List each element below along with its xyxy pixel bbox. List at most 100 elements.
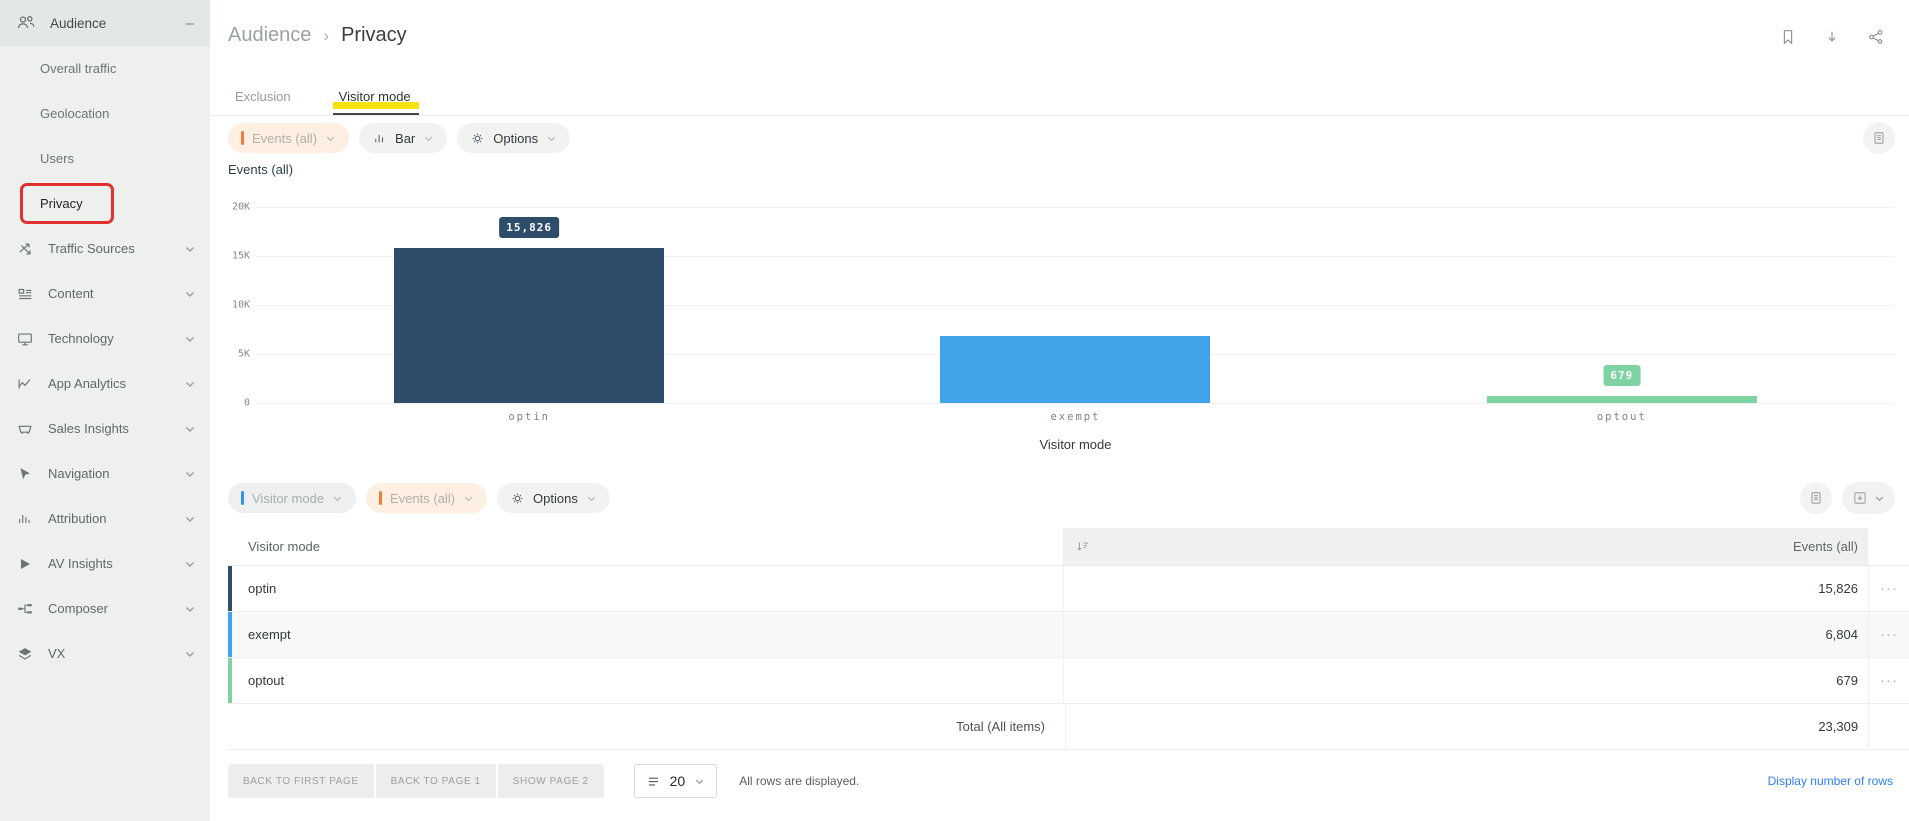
share-icon[interactable] [1867,28,1885,46]
table-row[interactable]: optout 679 ··· [228,658,1909,704]
table-row[interactable]: exempt 6,804 ··· [228,612,1909,658]
bookmark-icon[interactable] [1779,28,1797,46]
row-more-actions-icon[interactable]: ··· [1868,612,1909,657]
bar-column-optout: 679 [1349,207,1895,403]
sidebar-item-app-analytics[interactable]: App Analytics [0,361,210,406]
dimension-color-bar [241,491,244,505]
export-chart-button[interactable] [1863,122,1895,154]
data-table: Visitor mode Events (all) optin 15,826 ·… [228,528,1909,750]
breadcrumb-parent[interactable]: Audience [228,24,311,47]
sidebar-item-av-insights[interactable]: AV Insights [0,541,210,586]
rows-per-page-value: 20 [669,773,686,789]
sidebar-item-vx[interactable]: VX [0,631,210,676]
table-total-row: Total (All items) 23,309 [228,704,1909,750]
chevron-down-icon [546,133,557,144]
pagination-bar: BACK TO FIRST PAGE BACK TO PAGE 1 SHOW P… [228,764,1893,798]
gear-icon [470,131,485,146]
chart-type-selector[interactable]: Bar [359,123,448,153]
tab-visitor-mode[interactable]: Visitor mode [332,78,419,115]
dimension-selector[interactable]: Visitor mode [228,483,357,513]
sidebar: Audience – Overall traffic Geolocation U… [0,0,210,821]
chevron-down-icon [184,423,196,435]
sidebar-item-label: Audience [50,15,107,31]
download-box-icon [1852,490,1868,506]
download-table-button[interactable] [1842,482,1895,514]
sidebar-item-composer[interactable]: Composer [0,586,210,631]
sidebar-item-attribution[interactable]: Attribution [0,496,210,541]
row-more-actions-icon[interactable]: ··· [1868,566,1909,611]
chevron-down-icon [325,133,336,144]
sidebar-item-audience[interactable]: Audience – [0,0,210,46]
bar[interactable] [394,247,665,403]
chevron-down-icon [184,243,196,255]
bar-column-optin: 15,826 [256,207,802,403]
sidebar-item-overall-traffic[interactable]: Overall traffic [0,46,210,91]
sidebar-item-navigation[interactable]: Navigation [0,451,210,496]
table-header: Visitor mode Events (all) [228,528,1909,566]
table-row[interactable]: optin 15,826 ··· [228,566,1909,612]
content-icon [16,285,34,303]
sort-descending-icon[interactable] [1075,539,1090,554]
sidebar-item-users[interactable]: Users [0,136,210,181]
av-insights-icon [16,555,34,573]
main-content: Audience › Privacy Exclusion Visitor mod… [210,0,1909,821]
y-tick: 5K [237,348,250,360]
export-table-button[interactable] [1800,482,1832,514]
x-tick: optin [508,411,550,423]
row-label: optout [248,673,285,688]
bar[interactable] [1486,396,1757,403]
sidebar-item-content[interactable]: Content [0,271,210,316]
x-tick: optout [1596,411,1647,423]
chevron-down-icon [184,603,196,615]
bar-value-badge: 679 [1603,365,1641,387]
row-value: 15,826 [1818,581,1858,596]
bar-column-exempt [802,207,1348,403]
list-icon [646,774,661,789]
chart-options-button[interactable]: Options [457,123,571,153]
app-analytics-icon [16,375,34,393]
sidebar-item-geolocation[interactable]: Geolocation [0,91,210,136]
page-title: Privacy [341,24,407,46]
bar-value-badge: 15,826 [499,216,560,238]
composer-icon [16,600,34,618]
chevron-down-icon [184,558,196,570]
chart-controls: Events (all) Bar Options [228,122,1895,154]
show-page-2-button[interactable]: SHOW PAGE 2 [497,764,604,798]
sidebar-item-technology[interactable]: Technology [0,316,210,361]
table-options-button[interactable]: Options [497,483,610,513]
rows-per-page-select[interactable]: 20 [633,764,718,798]
collapse-icon[interactable]: – [186,15,194,32]
bar[interactable] [940,336,1211,403]
people-icon [16,13,36,33]
back-to-page-1-button[interactable]: BACK TO PAGE 1 [375,764,496,798]
pagination-buttons: BACK TO FIRST PAGE BACK TO PAGE 1 SHOW P… [228,764,604,798]
gear-icon [510,491,525,506]
back-to-first-page-button[interactable]: BACK TO FIRST PAGE [228,764,374,798]
sidebar-item-privacy[interactable]: Privacy [0,181,210,226]
attribution-icon [16,510,34,528]
total-label: Total (All items) [956,719,1046,734]
document-icon [1871,130,1887,146]
traffic-sources-icon [16,240,34,258]
row-more-actions-icon[interactable]: ··· [1868,658,1909,703]
row-label: optin [248,581,277,596]
display-number-of-rows-link[interactable]: Display number of rows [1768,774,1893,788]
row-value: 679 [1836,673,1858,688]
row-label: exempt [248,627,291,642]
chevron-down-icon [463,493,474,504]
navigation-icon [16,465,34,483]
table-metric-selector[interactable]: Events (all) [366,483,488,513]
total-value: 23,309 [1818,719,1859,734]
sidebar-item-sales-insights[interactable]: Sales Insights [0,406,210,451]
tab-exclusion[interactable]: Exclusion [235,78,291,115]
pagination-status: All rows are displayed. [739,774,860,788]
metric-selector[interactable]: Events (all) [228,123,350,153]
column-header-visitor-mode[interactable]: Visitor mode [228,528,1063,565]
chevron-down-icon [184,648,196,660]
x-axis-title: Visitor mode [1039,437,1112,452]
column-header-events[interactable]: Events (all) [1063,528,1868,565]
sidebar-item-traffic-sources[interactable]: Traffic Sources [0,226,210,271]
document-icon [1808,490,1824,506]
download-icon[interactable] [1823,28,1841,46]
chevron-down-icon [184,513,196,525]
